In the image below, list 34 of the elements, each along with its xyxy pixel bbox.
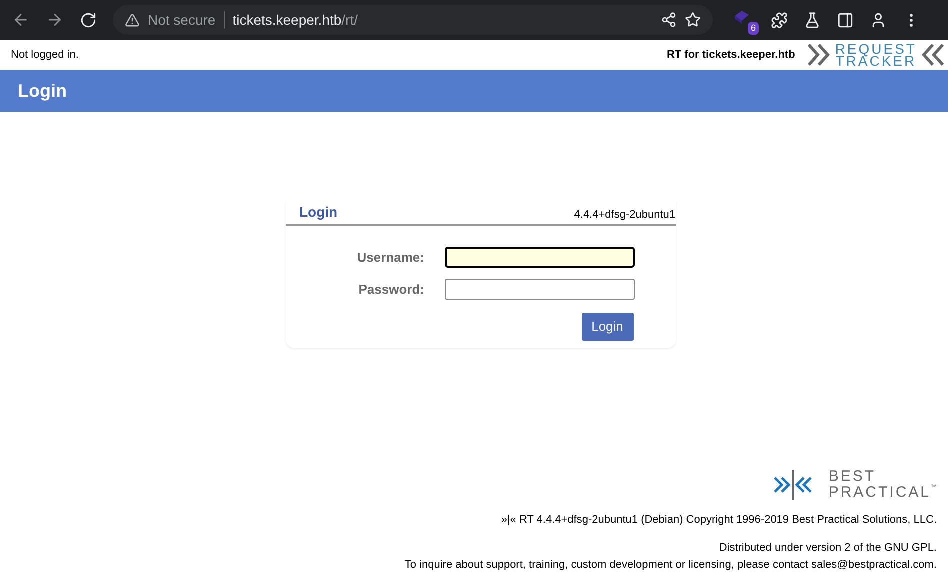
login-button[interactable]: Login xyxy=(582,313,634,341)
side-panel-icon[interactable] xyxy=(837,12,854,28)
warning-icon xyxy=(125,12,140,28)
page-title: Login xyxy=(18,80,67,103)
field-label: Username: xyxy=(356,248,424,267)
forward-icon[interactable] xyxy=(46,11,64,29)
extensions-icon[interactable] xyxy=(771,12,788,28)
extension-badge: 6 xyxy=(748,22,759,35)
field-label: Password: xyxy=(358,280,424,299)
url-path: /rt/ xyxy=(342,10,358,30)
license-text: Distributed under version 2 of the GNU GPL. xyxy=(719,541,937,556)
logo-text: PRACTICAL xyxy=(828,484,931,500)
profile-icon[interactable] xyxy=(870,12,887,28)
copyright-text: »|« RT 4.4.4+dfsg-2ubuntu1 (Debian) Copyright 1996-2019 Best Practical Solutions, LLC. xyxy=(501,512,937,528)
flask-icon[interactable] xyxy=(804,12,821,28)
logo-text: REQUEST xyxy=(835,43,917,55)
reload-icon[interactable] xyxy=(80,12,97,28)
share-icon[interactable] xyxy=(661,12,677,28)
security-label: Not secure xyxy=(148,10,216,30)
extension-icon[interactable] xyxy=(733,9,751,27)
panel-title: Login xyxy=(300,203,338,222)
contact-text: To inquire about support, training, custom development or licensing, please contact sales@bestpractical.com. xyxy=(404,558,937,572)
version-label: 4.4.4+dfsg-2ubuntu1 xyxy=(574,208,676,222)
chevrons-icon xyxy=(919,43,945,67)
url-host: tickets.keeper.htb xyxy=(232,10,342,30)
login-status: Not logged in. xyxy=(11,48,79,63)
star-icon[interactable] xyxy=(685,12,701,28)
input-field[interactable] xyxy=(444,247,634,268)
site-name: RT for tickets.keeper.htb xyxy=(666,48,796,63)
address-bar[interactable]: Not secure tickets.keeper.htb/rt/ xyxy=(113,5,713,35)
back-icon[interactable] xyxy=(12,11,30,29)
input-field[interactable] xyxy=(444,279,634,300)
logo-text: BEST xyxy=(828,468,877,484)
logo-text: TRACKER xyxy=(836,55,917,67)
